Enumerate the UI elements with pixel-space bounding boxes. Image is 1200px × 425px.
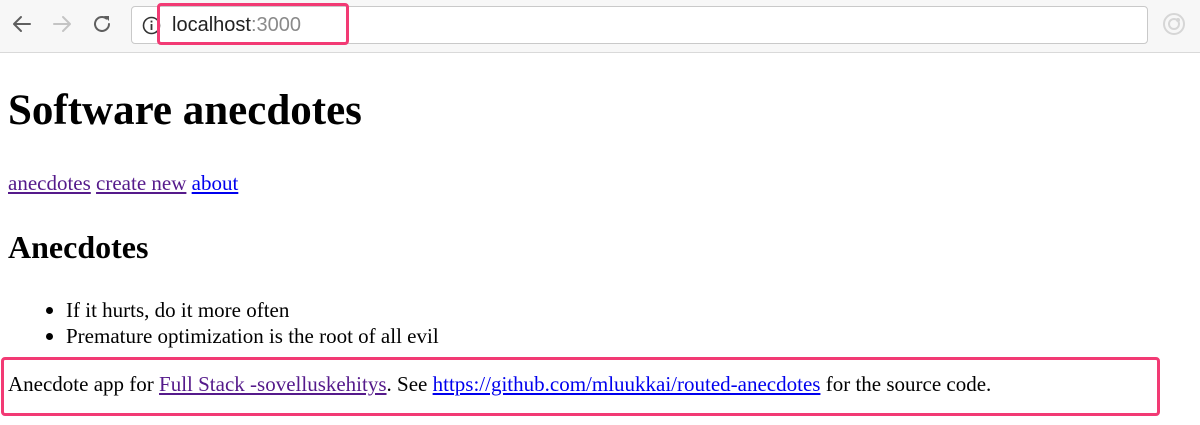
list-item: Premature optimization is the root of al…	[8, 323, 439, 349]
reload-button[interactable]	[88, 10, 116, 38]
reload-icon	[94, 15, 110, 32]
nav-menu: anecdotes create new about	[8, 170, 238, 196]
anecdote-list: If it hurts, do it more often Premature …	[8, 297, 439, 349]
list-item: If it hurts, do it more often	[8, 297, 439, 323]
section-title: Anecdotes	[8, 229, 149, 265]
nav-link-create-new[interactable]: create new	[96, 171, 186, 195]
arrow-left-icon	[13, 16, 31, 32]
url-text[interactable]: localhost:3000	[172, 13, 301, 37]
forward-button[interactable]	[48, 10, 76, 38]
footer-middle: . See	[386, 372, 433, 396]
repo-link[interactable]: https://github.com/mluukkai/routed-anecd…	[433, 372, 821, 396]
url-port: :3000	[250, 14, 301, 36]
back-button[interactable]	[8, 10, 36, 38]
address-bar[interactable]: localhost:3000	[131, 6, 1148, 44]
nav-link-anecdotes[interactable]: anecdotes	[8, 171, 91, 195]
url-host: localhost	[172, 14, 251, 36]
arrow-right-icon	[53, 16, 71, 32]
extension-icon[interactable]	[1161, 11, 1187, 37]
browser-toolbar: localhost:3000	[0, 0, 1200, 53]
footer-prefix: Anecdote app for	[8, 372, 160, 396]
info-circle-icon[interactable]	[142, 16, 161, 35]
course-link[interactable]: Full Stack -sovelluskehitys	[159, 372, 387, 396]
page-title: Software anecdotes	[8, 87, 362, 134]
footer: Anecdote app for Full Stack -sovelluskeh…	[8, 371, 991, 397]
nav-link-about[interactable]: about	[192, 171, 239, 195]
footer-suffix: for the source code.	[820, 372, 992, 396]
